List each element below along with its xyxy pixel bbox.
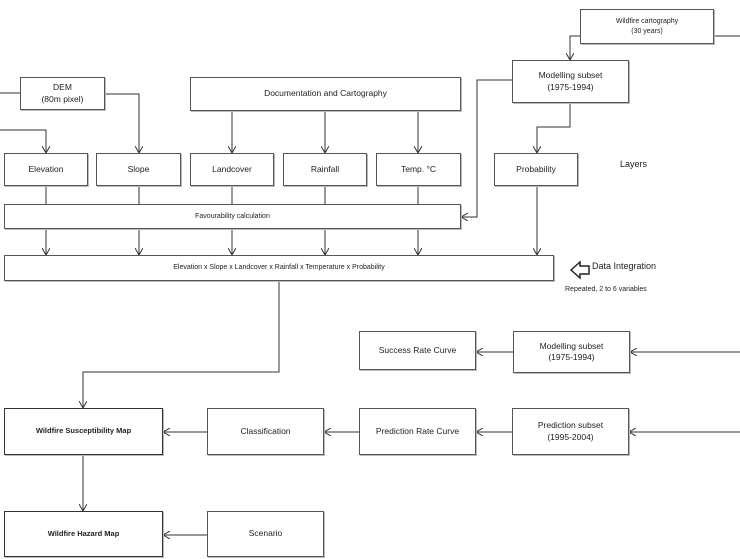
scenario-box: Scenario xyxy=(207,511,324,557)
repeated-label: Repeated, 2 to 6 variables xyxy=(565,286,647,293)
classification-box: Classification xyxy=(207,408,324,455)
modelling-subset-bottom-box: Modelling subset (1975-1994) xyxy=(513,331,630,373)
elevation-box: Elevation xyxy=(4,153,88,186)
susceptibility-map-box: Wildfire Susceptibility Map xyxy=(4,408,163,455)
success-rate-curve-box: Success Rate Curve xyxy=(359,331,476,370)
probability-box: Probability xyxy=(494,153,578,186)
integration-box: Elevation x Slope x Landcover x Rainfall… xyxy=(4,255,554,281)
slope-box: Slope xyxy=(96,153,181,186)
dem-box: DEM (80m pixel) xyxy=(20,77,105,110)
modelling-subset-top-box: Modelling subset (1975-1994) xyxy=(512,60,629,103)
prediction-subset-box: Prediction subset (1995-2004) xyxy=(512,408,629,455)
rainfall-box: Rainfall xyxy=(283,153,367,186)
wildfire-cartography-box: Wildfire cartography (30 years) xyxy=(580,9,714,44)
data-integration-label: Data Integration xyxy=(592,261,657,271)
layers-label: Layers xyxy=(620,159,648,169)
landcover-box: Landcover xyxy=(190,153,274,186)
temperature-box: Temp. °C xyxy=(376,153,461,186)
documentation-box: Documentation and Cartography xyxy=(190,77,461,111)
prediction-rate-curve-box: Prediction Rate Curve xyxy=(359,408,476,455)
hazard-map-box: Wildfire Hazard Map xyxy=(4,511,163,557)
favourability-box: Favourability calculation xyxy=(4,204,461,229)
hollow-left-arrow-icon xyxy=(569,260,590,280)
